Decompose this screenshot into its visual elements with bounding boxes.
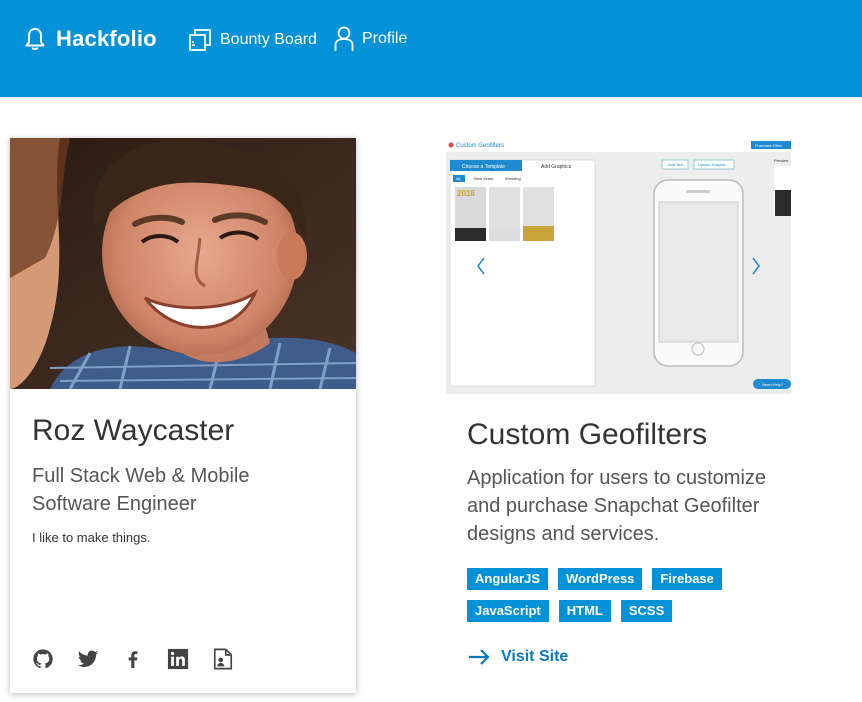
twitter-icon[interactable] — [77, 648, 99, 670]
brand-name: Hackfolio — [56, 26, 157, 51]
screenshot-help-button: Need Help? — [762, 382, 784, 387]
profile-name: Roz Waycaster — [32, 414, 235, 447]
project-description: Application for users to customize and p… — [467, 467, 767, 545]
screenshot-add-text: Add Text — [668, 162, 684, 167]
linkedin-icon[interactable] — [167, 648, 189, 670]
person-icon — [334, 26, 354, 52]
profile-tagline: I like to make things. — [32, 530, 151, 545]
tag-firebase[interactable]: Firebase — [652, 568, 722, 590]
tag-angularjs[interactable]: AngularJS — [467, 568, 549, 590]
profile-title: Full Stack Web & Mobile Software Enginee… — [32, 465, 250, 515]
profile-card: Roz Waycaster Full Stack Web & Mobile So… — [10, 138, 356, 693]
screenshot-tab-template: Choose a Template — [462, 164, 505, 170]
screenshot-app-title: Custom Geofilters — [456, 143, 504, 149]
project-title: Custom Geofilters — [467, 418, 708, 451]
tag-html[interactable]: HTML — [558, 600, 611, 622]
github-icon[interactable] — [32, 648, 54, 670]
profile-photo — [10, 138, 356, 389]
tag-javascript[interactable]: JavaScript — [467, 600, 549, 622]
visit-site-label: Visit Site — [501, 648, 569, 665]
tag-scss[interactable]: SCSS — [620, 600, 673, 622]
screenshot-filter-all: All — [456, 176, 461, 181]
nav-profile[interactable]: Profile — [334, 26, 407, 52]
screenshot-upload-graphic: Upload Graphic — [698, 162, 726, 167]
nav-profile-label: Profile — [362, 30, 408, 47]
social-links — [32, 648, 234, 670]
resume-icon[interactable] — [212, 648, 234, 670]
arrow-right-icon — [467, 648, 491, 666]
nav-bounty-board[interactable]: Bounty Board — [188, 28, 317, 52]
screenshot-filter-newyears: New Years — [474, 176, 493, 181]
tag-wordpress[interactable]: WordPress — [558, 568, 643, 590]
facebook-icon[interactable] — [122, 648, 144, 670]
brand-link[interactable]: Hackfolio — [24, 26, 157, 52]
tech-tags: AngularJS WordPress Firebase JavaScript … — [467, 568, 747, 622]
screenshot-preview-label: Preview — [774, 158, 788, 163]
project-screenshot[interactable]: Custom Geofilters Purchase Filter Choose… — [446, 138, 791, 394]
bell-icon — [24, 27, 46, 51]
screenshot-purchase-button: Purchase Filter — [755, 143, 783, 148]
visit-site-link[interactable]: Visit Site — [467, 648, 568, 666]
copy-icon — [188, 28, 212, 52]
screenshot-thumb-label-1: 2018 — [457, 189, 475, 198]
top-nav-bar: Hackfolio Bounty Board Profile — [0, 0, 862, 97]
screenshot-filter-wedding: Wedding — [505, 176, 521, 181]
nav-bounty-label: Bounty Board — [220, 31, 317, 48]
screenshot-tab-graphics: Add Graphics — [541, 164, 572, 170]
